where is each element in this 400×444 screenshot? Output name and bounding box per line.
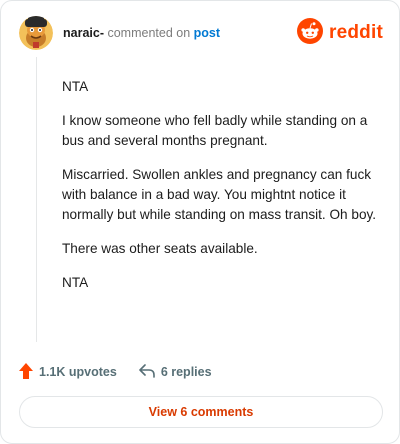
upvote-arrow-icon (19, 362, 39, 382)
comment-paragraph: I know someone who fell badly while stan… (62, 113, 368, 148)
reddit-wordmark: reddit (329, 22, 383, 43)
avatar[interactable] (19, 16, 53, 50)
reddit-brand[interactable]: reddit (297, 17, 383, 49)
comment-paragraph: Miscarried. Swollen ankles and pregnancy… (62, 167, 377, 222)
comment-card: naraic- commented on post reddit NTA I k… (0, 0, 400, 444)
post-link[interactable]: post (194, 26, 220, 40)
upvote-count: 1.1K upvotes (39, 365, 117, 379)
username[interactable]: naraic- (63, 26, 104, 40)
replies-count: 6 replies (160, 365, 212, 379)
view-comments-button[interactable]: View 6 comments (19, 396, 383, 428)
comment-actions: 1.1K upvotes 6 replies (19, 361, 234, 383)
upvote-button[interactable]: 1.1K upvotes (19, 362, 117, 382)
comment-meta: naraic- commented on post (63, 26, 220, 40)
reply-arrow-icon (139, 363, 161, 381)
replies-button[interactable]: 6 replies (139, 363, 212, 381)
reddit-logo-icon (297, 17, 324, 49)
commented-on-text: commented on (107, 26, 191, 40)
comment-paragraph: There was other seats available. (62, 241, 258, 256)
comment-paragraph: NTA (62, 79, 89, 94)
comment-paragraph: NTA (62, 275, 89, 290)
thread-line (36, 57, 37, 342)
comment-header: naraic- commented on post reddit (19, 16, 383, 52)
comment-body: NTA I know someone who fell badly while … (62, 77, 378, 307)
